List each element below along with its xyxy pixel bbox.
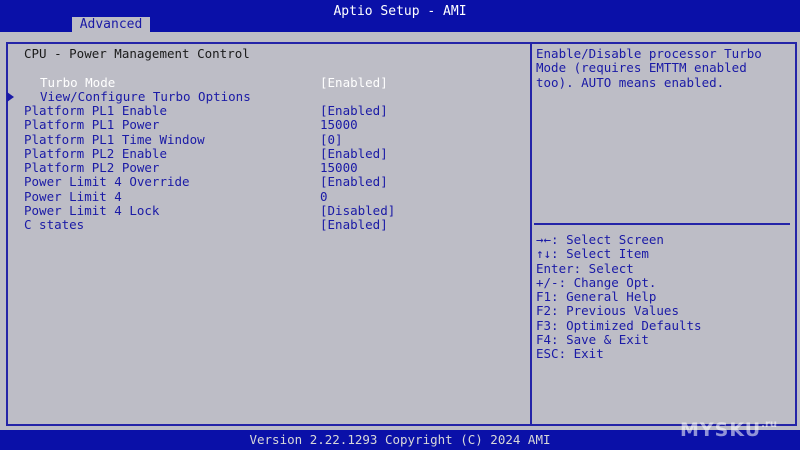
- setting-label: Power Limit 4 Lock: [24, 203, 160, 218]
- submenu-arrow-icon: [7, 92, 14, 102]
- setting-label: Platform PL2 Enable: [24, 146, 167, 161]
- setting-pl4-lock[interactable]: Power Limit 4 Lock [Disabled]: [24, 204, 524, 218]
- key-hint: ↑↓: Select Item: [536, 246, 649, 262]
- setting-label: Power Limit 4: [24, 189, 122, 204]
- help-divider: [534, 223, 790, 225]
- tab-advanced[interactable]: Advanced: [72, 17, 150, 32]
- setting-label: View/Configure Turbo Options: [40, 89, 251, 104]
- key-hint: F3: Optimized Defaults: [536, 317, 702, 333]
- setting-label: Platform PL2 Power: [24, 160, 160, 175]
- setting-value[interactable]: [Enabled]: [320, 218, 388, 232]
- setting-value[interactable]: 15000: [320, 118, 358, 132]
- setting-c-states[interactable]: C states [Enabled]: [24, 218, 524, 232]
- setting-value[interactable]: [Enabled]: [320, 147, 388, 161]
- watermark-text: MYSKU: [680, 419, 762, 441]
- setting-label: C states: [24, 217, 85, 232]
- key-hint: ESC: Exit: [536, 346, 604, 362]
- key-legend: →←: Select Screen ↑↓: Select Item Enter:…: [536, 232, 788, 362]
- key-hint: F2: Previous Values: [536, 303, 679, 319]
- setting-pl2-power[interactable]: Platform PL2 Power 15000: [24, 161, 524, 175]
- setting-pl1-time-window[interactable]: Platform PL1 Time Window [0]: [24, 133, 524, 147]
- setting-value[interactable]: [Enabled]: [320, 76, 388, 90]
- setting-value[interactable]: 15000: [320, 161, 358, 175]
- key-hint: →←: Select Screen: [536, 232, 664, 247]
- setting-pl2-enable[interactable]: Platform PL2 Enable [Enabled]: [24, 147, 524, 161]
- setting-value[interactable]: [Enabled]: [320, 104, 388, 118]
- key-hint: Enter: Select: [536, 260, 634, 276]
- submenu-turbo-options[interactable]: View/Configure Turbo Options: [7, 89, 524, 104]
- setting-value[interactable]: [Disabled]: [320, 204, 395, 218]
- setting-turbo-mode[interactable]: Turbo Mode [Enabled]: [24, 76, 524, 90]
- setting-label: Platform PL1 Enable: [24, 103, 167, 118]
- key-hint: +/-: Change Opt.: [536, 274, 657, 290]
- key-hint: F1: General Help: [536, 289, 657, 305]
- watermark-suffix: .ru: [761, 419, 778, 430]
- setting-value[interactable]: 0: [320, 190, 328, 204]
- setting-label: Platform PL1 Power: [24, 117, 160, 132]
- section-title: CPU - Power Management Control: [24, 46, 250, 61]
- help-description: Enable/Disable processor Turbo Mode (req…: [536, 46, 762, 90]
- setting-pl4[interactable]: Power Limit 4 0: [24, 190, 524, 204]
- watermark-logo: MYSKU.ru: [680, 419, 790, 441]
- setting-value[interactable]: [Enabled]: [320, 175, 388, 189]
- key-hint: F4: Save & Exit: [536, 332, 649, 348]
- setting-pl1-enable[interactable]: Platform PL1 Enable [Enabled]: [24, 104, 524, 118]
- setting-label: Turbo Mode: [40, 75, 116, 90]
- setting-pl4-override[interactable]: Power Limit 4 Override [Enabled]: [24, 175, 524, 189]
- setting-label: Power Limit 4 Override: [24, 174, 190, 189]
- setting-value[interactable]: [0]: [320, 133, 343, 147]
- setting-pl1-power[interactable]: Platform PL1 Power 15000: [24, 118, 524, 132]
- setting-label: Platform PL1 Time Window: [24, 132, 205, 147]
- title-bar: Aptio Setup - AMI Advanced: [0, 0, 800, 32]
